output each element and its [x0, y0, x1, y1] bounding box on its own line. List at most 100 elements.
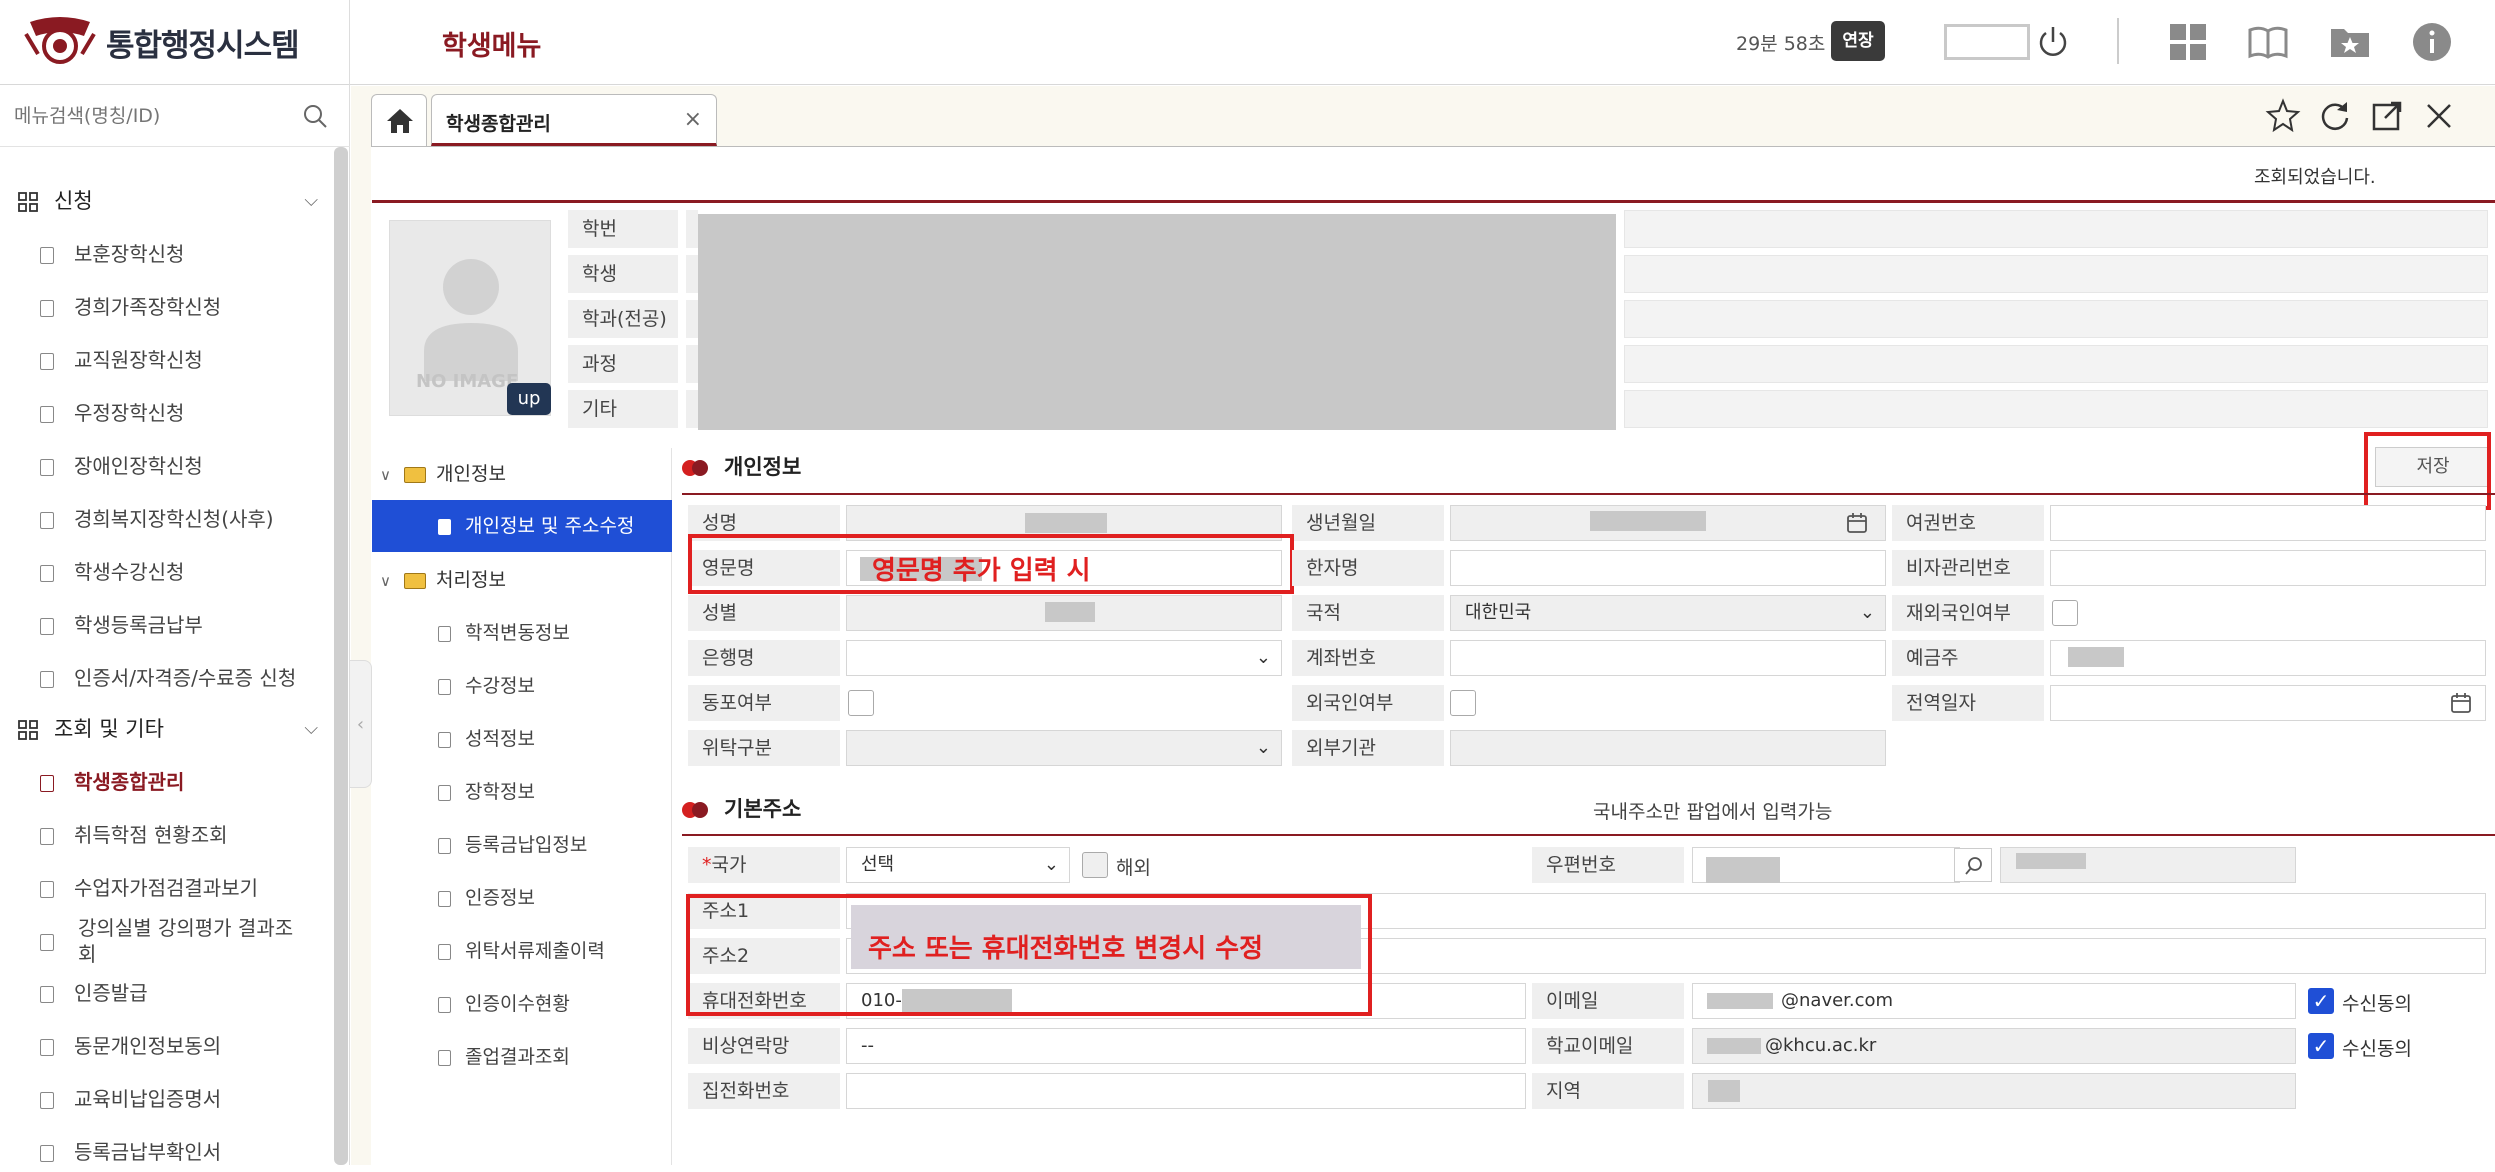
home-tab[interactable] [371, 94, 427, 146]
tree-item[interactable]: 수강정보 [438, 666, 535, 706]
annotation-address: 주소 또는 휴대전화번호 변경시 수정 [868, 934, 1264, 964]
sidebar-item[interactable]: 강의실별 강의평가 결과조 회 [40, 913, 325, 973]
sidebar-item[interactable]: 수업자가점검결과보기 [40, 868, 325, 908]
search-icon[interactable] [302, 103, 328, 129]
sidebar-item[interactable]: 학생수강신청 [40, 552, 325, 592]
sidebar-item-active[interactable]: 학생종합관리 [40, 762, 325, 802]
tree-item[interactable]: 등록금납입정보 [438, 825, 587, 865]
school-email-consent-checkbox[interactable]: ✓ [2308, 1033, 2334, 1059]
sidebar-item[interactable]: 장애인장학신청 [40, 446, 325, 486]
home-phone-field[interactable] [846, 1073, 1526, 1109]
top-input-field[interactable] [1944, 24, 2030, 60]
tab-label: 학생종합관리 [446, 113, 551, 135]
document-icon [40, 565, 54, 582]
sidebar-item[interactable]: 경희복지장학신청(사후) [40, 499, 325, 539]
foreigner-checkbox[interactable] [1450, 690, 1476, 716]
close-icon[interactable]: × [684, 107, 702, 132]
hanja-name-field[interactable] [1450, 550, 1886, 586]
section-basic-address: 기본주소 [682, 792, 801, 826]
power-icon[interactable] [2035, 24, 2071, 60]
sidebar-item[interactable]: 우정장학신청 [40, 393, 325, 433]
tree-item[interactable]: 인증이수현황 [438, 984, 570, 1024]
sidebar-item[interactable]: 등록금납부확인서 [40, 1132, 325, 1172]
label-overseas-korean: 동포여부 [688, 685, 840, 721]
sidebar-item[interactable]: 교직원장학신청 [40, 340, 325, 380]
sidebar-item[interactable]: 교육비납입증명서 [40, 1079, 325, 1119]
grid-icon [18, 720, 38, 740]
calendar-icon[interactable] [2450, 692, 2472, 714]
consign-select[interactable]: ⌄ [846, 730, 1282, 766]
sidebar-item[interactable]: 인증발급 [40, 973, 325, 1013]
tree-item-active[interactable]: 개인정보 및 주소수정 [372, 500, 672, 552]
book-icon[interactable] [2246, 20, 2290, 64]
sidebar-item[interactable]: 학생등록금납부 [40, 605, 325, 645]
school-email-field[interactable]: @khcu.ac.kr [1692, 1028, 2296, 1064]
document-icon [438, 731, 451, 748]
document-icon [40, 671, 54, 688]
sidebar-item[interactable]: 취득학점 현황조회 [40, 815, 325, 855]
tab-student-management[interactable]: 학생종합관리 × [431, 94, 717, 146]
close-icon[interactable] [2421, 98, 2457, 134]
label-depositor: 예금주 [1892, 640, 2044, 676]
popout-icon[interactable] [2369, 98, 2405, 134]
sidebar-item[interactable]: 보훈장학신청 [40, 234, 325, 274]
discharge-date-field[interactable] [2050, 685, 2486, 721]
sidebar-item[interactable]: 인증서/자격증/수료증 신청 [40, 658, 325, 698]
country-select[interactable]: 선택 ⌄ [846, 847, 1070, 883]
tree-folder-processing[interactable]: ∨ 처리정보 [380, 560, 506, 600]
tree-item[interactable]: 위탁서류제출이력 [438, 931, 605, 971]
overseas-korean-checkbox[interactable] [848, 690, 874, 716]
sidebar-section-inquiry[interactable]: 조회 및 기타 ⌵ [18, 709, 318, 749]
star-icon[interactable] [2265, 98, 2301, 134]
label-school-email: 학교이메일 [1532, 1028, 1684, 1064]
folder-icon [404, 572, 426, 589]
upload-photo-button[interactable]: up [507, 383, 551, 415]
grid-menu-icon[interactable] [2166, 20, 2210, 64]
visa-field[interactable] [2050, 550, 2486, 586]
sidebar-item[interactable]: 경희가족장학신청 [40, 287, 325, 327]
tree-item[interactable]: 인증정보 [438, 878, 535, 918]
tree-item[interactable]: 장학정보 [438, 772, 535, 812]
sidebar-collapse-handle[interactable]: ‹ [350, 660, 372, 788]
refresh-icon[interactable] [2317, 98, 2353, 134]
email-field[interactable]: @naver.com [1692, 983, 2296, 1019]
menu-search-input[interactable] [14, 99, 294, 133]
label-etc: 기타 [568, 390, 678, 428]
bookmark-folder-icon[interactable] [2328, 20, 2372, 64]
person-silhouette-icon [424, 259, 518, 381]
label-home-phone: 집전화번호 [688, 1073, 840, 1109]
info-tree: ∨ 개인정보 개인정보 및 주소수정 ∨ 처리정보 학적변동정보 수강정보 성적정보… [372, 448, 672, 1165]
abroad-checkbox[interactable] [2052, 600, 2078, 626]
top-bar: 통합행정시스템 학생메뉴 29분 58초 연장 [0, 0, 2495, 85]
emergency-field[interactable]: -- [846, 1028, 1526, 1064]
passport-field[interactable] [2050, 505, 2486, 541]
sidebar-section-apply[interactable]: 신청 ⌵ [18, 181, 318, 221]
external-org-field[interactable] [1450, 730, 1886, 766]
value-cell [686, 390, 698, 428]
overseas-checkbox[interactable] [1082, 852, 1108, 878]
nationality-select[interactable]: 대한민국 ⌄ [1450, 595, 1886, 631]
tree-item[interactable]: 학적변동정보 [438, 613, 570, 653]
sidebar-item[interactable]: 동문개인정보동의 [40, 1026, 325, 1066]
label-student-id: 학번 [568, 210, 678, 248]
document-icon [40, 618, 54, 635]
region-field[interactable] [1692, 1073, 2296, 1109]
info-right-cell [1624, 345, 2488, 383]
info-icon[interactable] [2410, 20, 2454, 64]
calendar-icon[interactable] [1846, 512, 1868, 534]
logo-area[interactable]: 통합행정시스템 [0, 0, 350, 85]
tree-item[interactable]: 성적정보 [438, 719, 535, 759]
section-bullet-icon [682, 460, 708, 476]
zip-search-button[interactable] [1954, 848, 1992, 882]
extend-session-button[interactable]: 연장 [1831, 21, 1885, 61]
document-icon [40, 353, 54, 370]
bank-select[interactable]: ⌄ [846, 640, 1282, 676]
email-consent-checkbox[interactable]: ✓ [2308, 988, 2334, 1014]
tree-item[interactable]: 졸업결과조회 [438, 1037, 570, 1077]
label-country: *국가 [688, 847, 840, 883]
account-field[interactable] [1450, 640, 1886, 676]
grid-icon [18, 192, 38, 212]
tree-folder-personal[interactable]: ∨ 개인정보 [380, 454, 506, 494]
sidebar-scrollbar[interactable] [334, 147, 348, 1165]
label-discharge-date: 전역일자 [1892, 685, 2044, 721]
